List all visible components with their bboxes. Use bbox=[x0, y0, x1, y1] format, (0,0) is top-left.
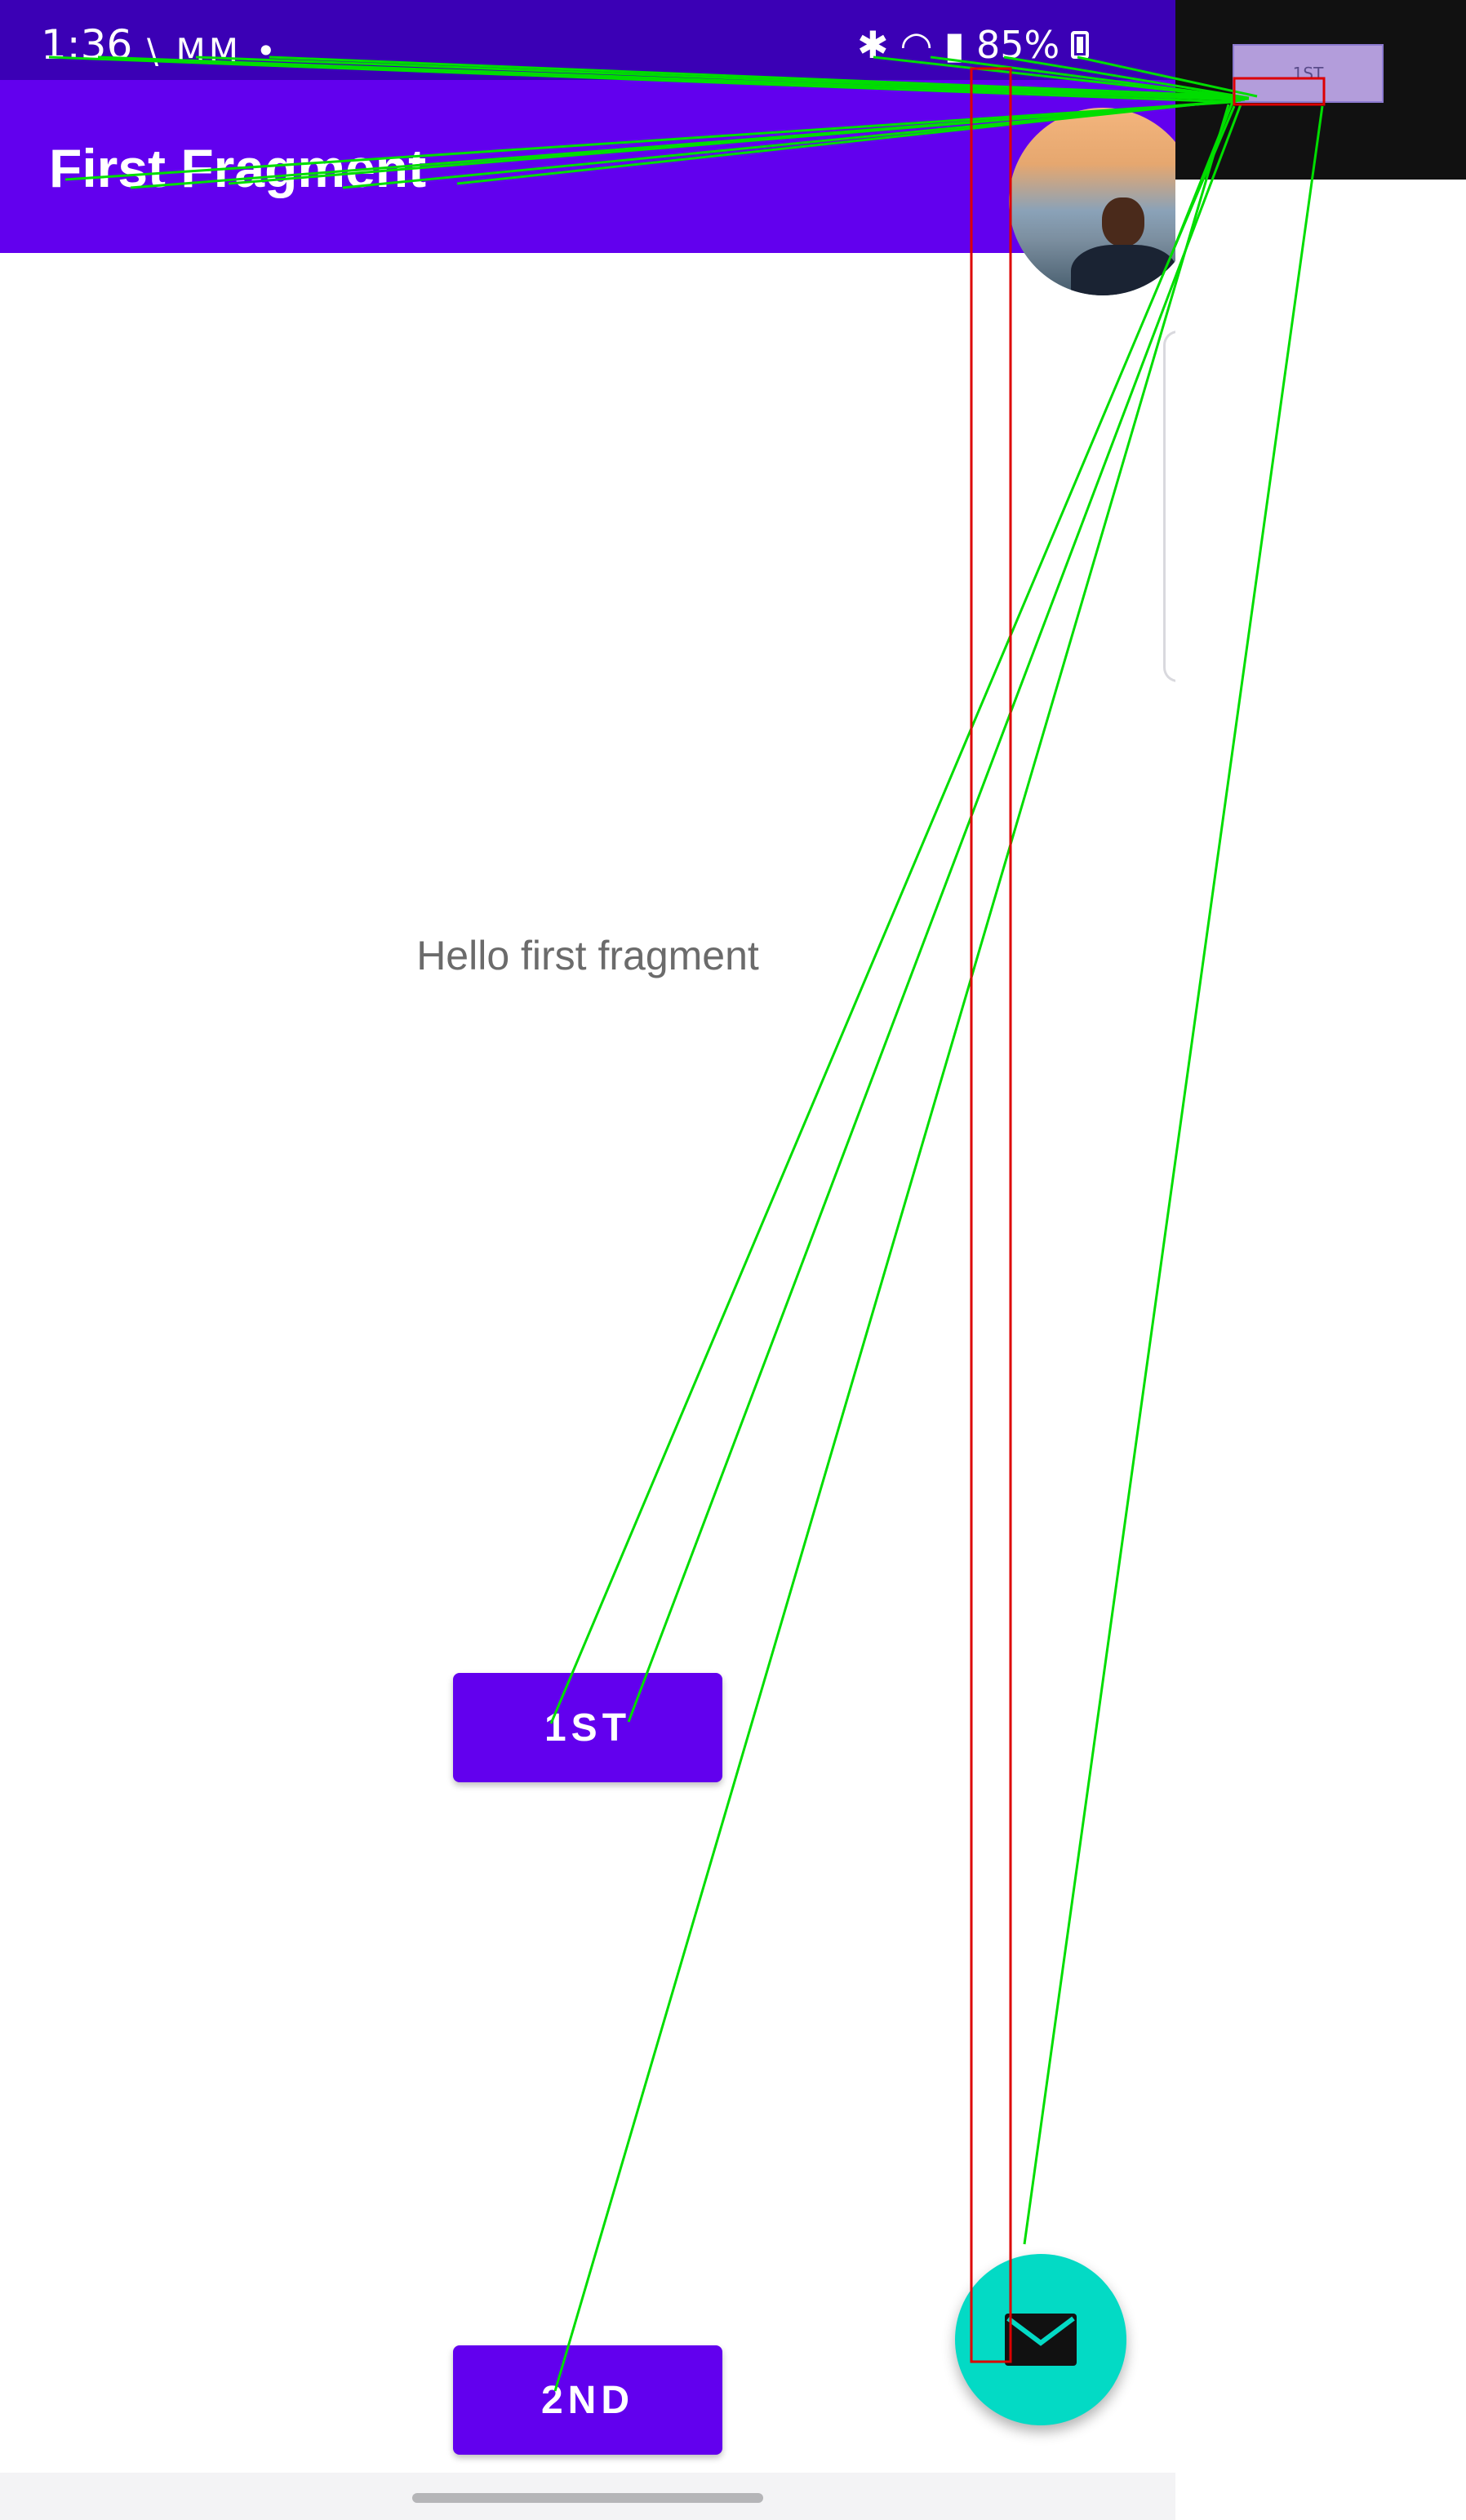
wifi-icon: ◠ bbox=[900, 23, 933, 67]
battery-icon bbox=[1071, 31, 1090, 59]
status-notification-icons: \ MM • bbox=[147, 31, 280, 71]
app-bar: First Fragment bbox=[0, 80, 1175, 253]
gesture-handle[interactable] bbox=[412, 2493, 763, 2503]
battery-percentage: 85% bbox=[976, 23, 1060, 67]
page-title: First Fragment bbox=[49, 138, 427, 198]
bluetooth-icon: ✱ bbox=[857, 23, 889, 67]
mail-icon bbox=[1005, 2314, 1077, 2366]
avatar-head bbox=[1102, 197, 1144, 246]
second-button[interactable]: 2ND bbox=[453, 2345, 722, 2455]
status-time: 1:36 bbox=[41, 21, 133, 69]
side-sheet-edge[interactable] bbox=[1163, 331, 1175, 682]
status-bar: 1:36 \ MM • ✱ ◠ ▮ 85% bbox=[0, 0, 1175, 80]
mail-fab-button[interactable] bbox=[955, 2254, 1126, 2425]
preview-box: 1ST bbox=[1233, 44, 1384, 103]
hello-text: Hello first fragment bbox=[416, 933, 759, 978]
signal-icon: ▮ bbox=[944, 23, 966, 67]
first-button[interactable]: 1ST bbox=[453, 1673, 722, 1782]
app-screen: 1:36 \ MM • ✱ ◠ ▮ 85% First Fragment Hel… bbox=[0, 0, 1175, 2520]
status-right-group: ✱ ◠ ▮ 85% bbox=[857, 23, 1090, 67]
avatar-shoulders bbox=[1071, 245, 1175, 295]
